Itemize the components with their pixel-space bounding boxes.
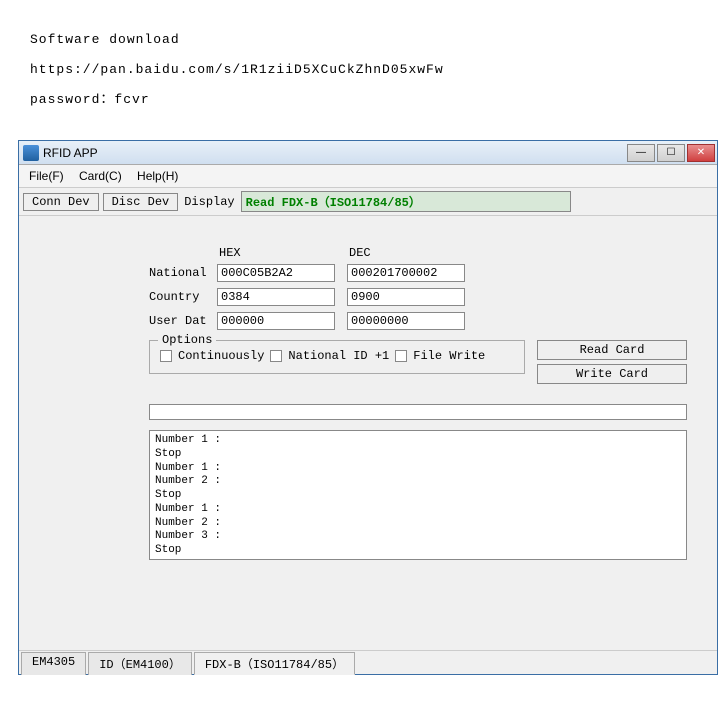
userdat-label: User Dat	[149, 314, 217, 328]
country-hex-input[interactable]	[217, 288, 335, 306]
menubar: File(F) Card(C) Help(H)	[19, 165, 717, 188]
progress-bar	[149, 404, 687, 420]
tab-bar: EM4305 ID（EM4100） FDX-B（ISO11784/85）	[19, 650, 717, 674]
national-id-plus1-label: National ID +1	[288, 349, 389, 363]
options-group: Options Continuously National ID +1 File…	[149, 340, 525, 374]
tab-fdxb[interactable]: FDX-B（ISO11784/85）	[194, 652, 355, 675]
menu-file[interactable]: File(F)	[23, 167, 70, 185]
file-write-label: File Write	[413, 349, 485, 363]
app-window: RFID APP — ☐ ✕ File(F) Card(C) Help(H) C…	[18, 140, 718, 675]
display-field: Read FDX-B（ISO11784/85）	[241, 191, 571, 212]
disc-dev-button[interactable]: Disc Dev	[103, 193, 179, 211]
window-title: RFID APP	[43, 146, 98, 160]
national-label: National	[149, 266, 217, 280]
dec-header: DEC	[349, 246, 479, 260]
display-label: Display	[182, 195, 236, 209]
conn-dev-button[interactable]: Conn Dev	[23, 193, 99, 211]
continuously-checkbox[interactable]	[160, 350, 172, 362]
download-password: password：fcvr	[30, 85, 690, 115]
maximize-button[interactable]: ☐	[657, 144, 685, 162]
country-dec-input[interactable]	[347, 288, 465, 306]
file-write-checkbox[interactable]	[395, 350, 407, 362]
continuously-label: Continuously	[178, 349, 264, 363]
read-card-button[interactable]: Read Card	[537, 340, 687, 360]
national-dec-input[interactable]	[347, 264, 465, 282]
options-legend: Options	[158, 333, 216, 347]
national-id-plus1-checkbox[interactable]	[270, 350, 282, 362]
country-label: Country	[149, 290, 217, 304]
download-label: Software download	[30, 25, 690, 55]
write-card-button[interactable]: Write Card	[537, 364, 687, 384]
close-button[interactable]: ✕	[687, 144, 715, 162]
tab-em4305[interactable]: EM4305	[21, 652, 86, 675]
userdat-dec-input[interactable]	[347, 312, 465, 330]
download-url: https://pan.baidu.com/s/1R1ziiD5XCuCkZhn…	[30, 55, 690, 85]
minimize-button[interactable]: —	[627, 144, 655, 162]
tab-id-em4100[interactable]: ID（EM4100）	[88, 652, 192, 675]
national-hex-input[interactable]	[217, 264, 335, 282]
userdat-hex-input[interactable]	[217, 312, 335, 330]
toolbar: Conn Dev Disc Dev Display Read FDX-B（ISO…	[19, 188, 717, 216]
titlebar: RFID APP — ☐ ✕	[19, 141, 717, 165]
menu-card[interactable]: Card(C)	[73, 167, 128, 185]
log-output[interactable]: Number 1 : Stop Number 1 : Number 2 : St…	[149, 430, 687, 560]
hex-header: HEX	[219, 246, 349, 260]
menu-help[interactable]: Help(H)	[131, 167, 184, 185]
app-icon	[23, 145, 39, 161]
